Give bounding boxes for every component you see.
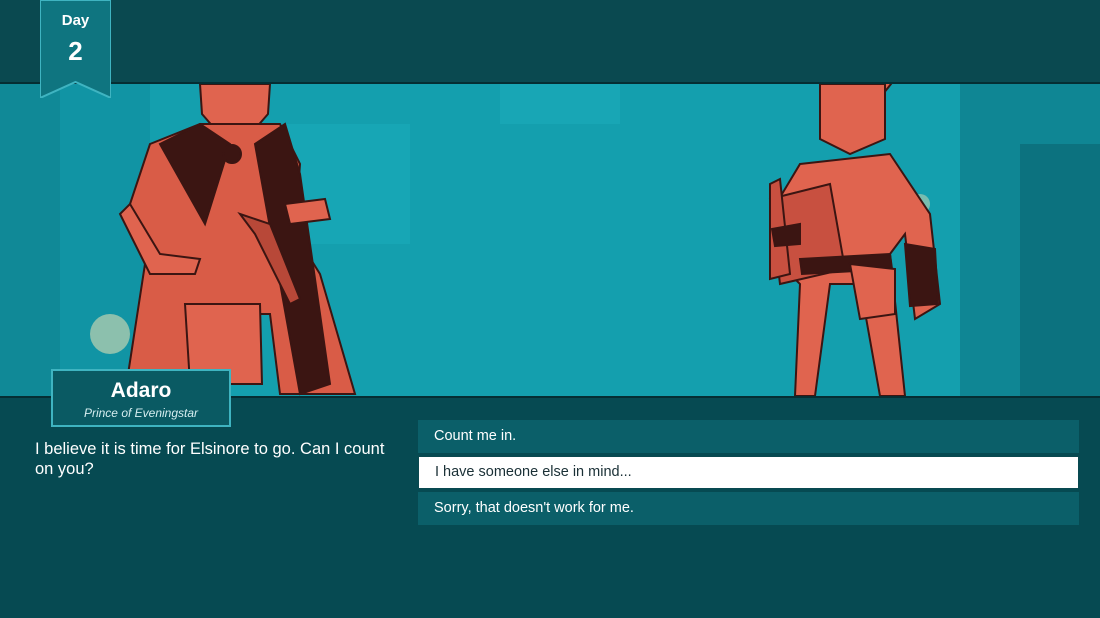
top-bar: [0, 0, 1100, 84]
scene-illustration: [0, 84, 1100, 396]
choice-list: Count me in. I have someone else in mind…: [418, 420, 1079, 528]
choice-option-3[interactable]: Sorry, that doesn't work for me.: [418, 492, 1079, 525]
day-badge: Day 2: [40, 0, 111, 98]
choice-option-1[interactable]: Count me in.: [418, 420, 1079, 453]
speaker-title: Prince of Eveningstar: [83, 406, 199, 420]
choice-option-2[interactable]: I have someone else in mind...: [418, 456, 1079, 489]
speaker-nameplate: Adaro Prince of Eveningstar: [51, 369, 231, 427]
dialogue-text: I believe it is time for Elsinore to go.…: [35, 440, 385, 478]
speaker-name: Adaro: [110, 379, 172, 402]
scene-background: [0, 84, 1100, 398]
day-number: 2: [68, 36, 83, 66]
day-label: Day: [61, 12, 90, 29]
